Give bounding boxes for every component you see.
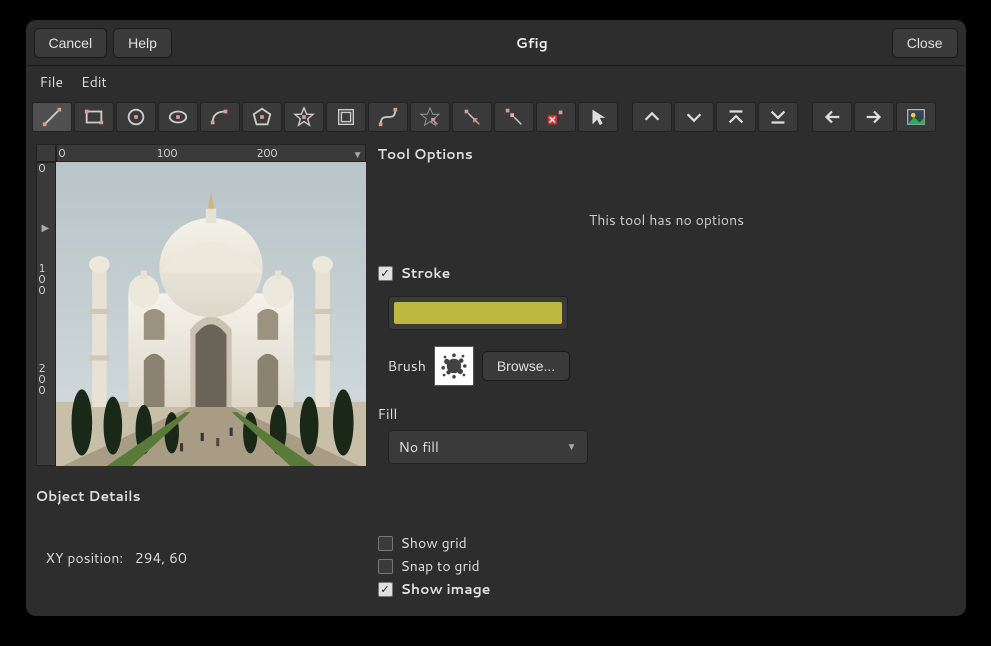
tool-copy[interactable] [494,102,534,132]
arrow-left-icon [821,106,843,128]
titlebar: Cancel Help Gfig Close [26,20,966,66]
top-icon [725,106,747,128]
show-grid-checkbox[interactable] [378,536,393,551]
line-icon [41,106,63,128]
bezier-icon [377,106,399,128]
show-grid-label: Show grid [401,533,467,553]
tool-arc[interactable] [200,102,240,132]
star-icon [293,106,315,128]
ruler-marker-icon: ▼ [353,148,363,162]
tool-bottom[interactable] [758,102,798,132]
tool-options-title: Tool Options [378,144,956,164]
arc-icon [209,106,231,128]
menubar: File Edit [26,66,966,98]
ruler-marker-icon: ▶ [42,221,50,235]
close-button[interactable]: Close [892,28,958,58]
chevron-down-icon: ▼ [567,440,577,454]
show-image-label: Show image [401,579,491,599]
move-object-icon [419,106,441,128]
menu-edit[interactable]: Edit [81,72,107,92]
show-image-checkbox[interactable]: ✓ [378,582,393,597]
no-options-text: This tool has no options [378,170,956,260]
tool-bezier[interactable] [368,102,408,132]
left-panel: 0 100 200 ▼ 0 100 200 ▶ [36,144,366,608]
grid-options: Show grid Snap to grid ✓ Show image [378,530,956,602]
xy-label: XY position: [46,548,124,568]
help-button[interactable]: Help [113,28,172,58]
brush-preview[interactable] [434,346,474,386]
fill-select[interactable]: No fill ▼ [388,430,588,464]
rectangle-icon [83,106,105,128]
circle-icon [125,106,147,128]
ruler-v-tick: 100 [39,263,46,296]
snap-grid-checkbox[interactable] [378,559,393,574]
browse-button[interactable]: Browse... [482,351,570,381]
ellipse-icon [167,106,189,128]
tool-lower[interactable] [674,102,714,132]
image-icon [905,106,927,128]
stroke-color-swatch [394,302,562,324]
tool-move-object[interactable] [410,102,450,132]
tool-line[interactable] [32,102,72,132]
tool-polygon[interactable] [242,102,282,132]
toolbar [26,98,966,136]
tool-ellipse[interactable] [158,102,198,132]
bottom-icon [767,106,789,128]
stroke-label: Stroke [401,263,451,283]
xy-value: 294, 60 [135,548,187,568]
tool-move-point[interactable] [452,102,492,132]
tool-rectangle[interactable] [74,102,114,132]
fill-label: Fill [378,404,956,424]
ruler-h-tick: 200 [257,145,278,161]
up-icon [641,106,663,128]
copy-icon [503,106,525,128]
right-panel: Tool Options This tool has no options ✓ … [378,144,956,608]
gfig-window: Cancel Help Gfig Close File Edit [26,20,966,616]
delete-icon [545,106,567,128]
polygon-icon [251,106,273,128]
move-point-icon [461,106,483,128]
down-icon [683,106,705,128]
fill-value: No fill [399,437,439,457]
canvas-image[interactable] [56,162,366,466]
snap-grid-label: Snap to grid [401,556,480,576]
tool-show-all[interactable] [896,102,936,132]
tool-circle[interactable] [116,102,156,132]
ruler-v-tick: 0 [39,163,46,174]
ruler-v-tick: 200 [39,363,46,396]
tool-raise[interactable] [632,102,672,132]
ruler-horizontal[interactable]: 0 100 200 ▼ [56,144,366,162]
stroke-checkbox[interactable]: ✓ [378,266,393,281]
cancel-button[interactable]: Cancel [34,28,108,58]
tool-star[interactable] [284,102,324,132]
content-area: 0 100 200 ▼ 0 100 200 ▶ [26,136,966,616]
tool-select[interactable] [578,102,618,132]
pointer-icon [587,106,609,128]
brush-row: Brush Browse... [388,346,956,386]
ruler-h-tick: 0 [59,145,66,161]
canvas-area: 0 100 200 ▼ 0 100 200 ▶ [36,144,366,466]
menu-file[interactable]: File [40,72,64,92]
stroke-color-button[interactable] [388,296,568,330]
tool-next[interactable] [854,102,894,132]
tool-delete[interactable] [536,102,576,132]
tool-top[interactable] [716,102,756,132]
ruler-vertical[interactable]: 0 100 200 ▶ [36,162,56,466]
arrow-right-icon [863,106,885,128]
stroke-row: ✓ Stroke [378,263,956,283]
ruler-h-tick: 100 [157,145,178,161]
spiral-icon [335,106,357,128]
tool-spiral[interactable] [326,102,366,132]
object-details: Object Details XY position: 294, 60 [36,486,366,568]
brush-label: Brush [388,356,426,376]
object-details-title: Object Details [36,486,366,506]
tool-prev[interactable] [812,102,852,132]
window-title: Gfig [178,33,886,53]
xy-position-row: XY position: 294, 60 [46,548,366,568]
